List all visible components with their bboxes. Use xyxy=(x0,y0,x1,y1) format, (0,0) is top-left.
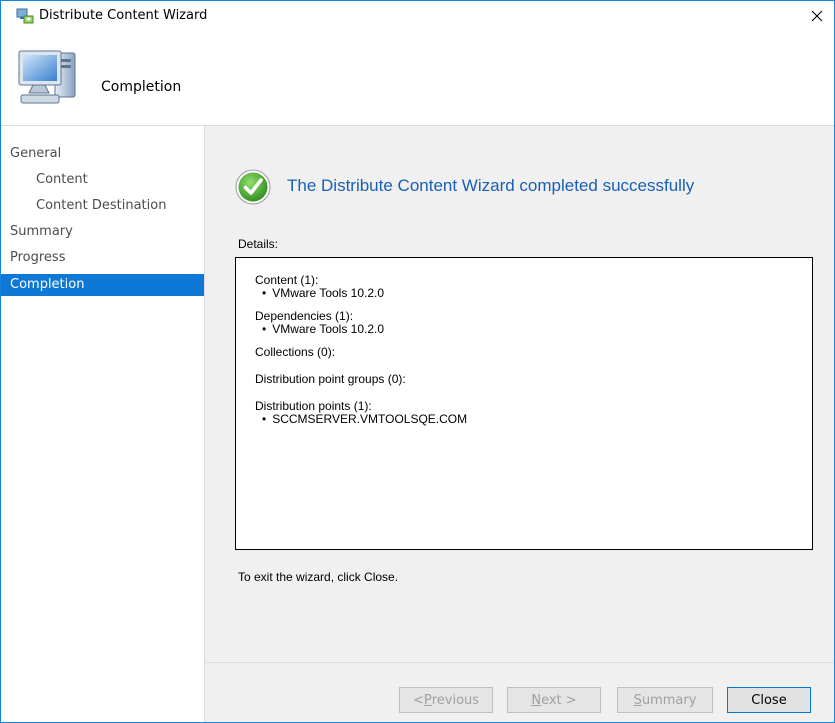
details-dependencies-section: Dependencies (1): VMware Tools 10.2.0 xyxy=(255,310,812,336)
summary-button[interactable]: Summary xyxy=(617,687,713,713)
check-circle-icon xyxy=(235,169,271,205)
wizard-window: Distribute Content Wizard Completion Gen… xyxy=(0,0,835,723)
collections-heading: Collections (0): xyxy=(255,345,336,359)
next-rest: ext > xyxy=(541,692,577,708)
title-bar: Distribute Content Wizard xyxy=(1,1,834,31)
dp-groups-heading: Distribution point groups (0): xyxy=(255,372,406,386)
wizard-app-icon xyxy=(16,8,34,24)
details-label: Details: xyxy=(238,237,279,251)
previous-button[interactable]: < Previous xyxy=(399,687,493,713)
details-collections-section: Collections (0): xyxy=(255,346,812,359)
computer-icon xyxy=(18,50,76,104)
summary-rest: ummary xyxy=(641,692,697,708)
completion-panel: The Distribute Content Wizard completed … xyxy=(205,126,834,662)
close-icon xyxy=(811,10,823,22)
dp-item: SCCMSERVER.VMTOOLSQE.COM xyxy=(255,413,812,425)
exit-hint: To exit the wizard, click Close. xyxy=(238,570,399,584)
previous-mnemonic: P xyxy=(423,692,432,708)
nav-item-general[interactable]: General xyxy=(1,143,204,165)
details-dps-section: Distribution points (1): SCCMSERVER.VMTO… xyxy=(255,400,812,426)
previous-rest: revious xyxy=(431,692,480,708)
details-dp-groups-section: Distribution point groups (0): xyxy=(255,373,812,386)
window-title: Distribute Content Wizard xyxy=(39,8,208,23)
close-window-button[interactable] xyxy=(800,1,834,31)
previous-prefix: < xyxy=(412,692,424,708)
details-content-section: Content (1): VMware Tools 10.2.0 xyxy=(255,274,812,300)
wizard-step-nav: General Content Content Destination Summ… xyxy=(1,126,205,722)
nav-item-progress[interactable]: Progress xyxy=(1,247,204,269)
nav-item-completion[interactable]: Completion xyxy=(1,274,204,296)
next-mnemonic: N xyxy=(531,692,542,708)
summary-mnemonic: S xyxy=(633,692,642,708)
next-button[interactable]: Next > xyxy=(507,687,601,713)
success-message: The Distribute Content Wizard completed … xyxy=(287,176,695,195)
dependency-item: VMware Tools 10.2.0 xyxy=(255,323,812,335)
wizard-header: Completion xyxy=(1,31,834,126)
nav-item-content-destination[interactable]: Content Destination xyxy=(1,195,204,217)
content-item: VMware Tools 10.2.0 xyxy=(255,287,812,299)
button-bar: < Previous Next > Summary Close xyxy=(205,662,834,722)
close-button[interactable]: Close xyxy=(727,687,811,713)
page-title: Completion xyxy=(101,79,182,95)
nav-item-content[interactable]: Content xyxy=(1,169,204,191)
details-textbox[interactable]: Content (1): VMware Tools 10.2.0 Depende… xyxy=(235,257,813,550)
nav-item-summary[interactable]: Summary xyxy=(1,221,204,243)
